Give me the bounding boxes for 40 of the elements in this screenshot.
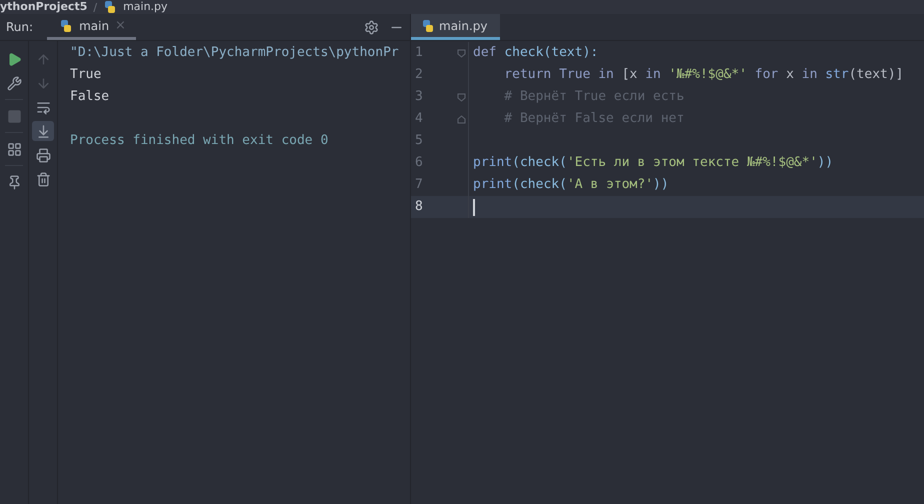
breadcrumb-item[interactable]: ythonProject5: [0, 0, 88, 14]
code-line: def check(text):: [473, 44, 598, 62]
scroll-to-end-button[interactable]: [32, 121, 54, 141]
console-line: Process finished with exit code 0: [70, 132, 330, 150]
breadcrumb-separator: /: [93, 0, 98, 14]
run-label: Run:: [6, 20, 34, 34]
down-arrow-icon: [36, 76, 50, 90]
code-line: print(check('А в этом?')): [473, 176, 669, 194]
scroll-to-end-icon: [36, 124, 50, 138]
settings-icon[interactable]: [364, 20, 379, 34]
line-number: 4: [414, 110, 424, 128]
wrench-icon: [6, 76, 22, 90]
console-line: "D:\Just a Folder\PycharmProjects\pythonPr: [70, 44, 400, 62]
breadcrumb-item[interactable]: main.py: [123, 0, 168, 14]
trash-icon: [36, 172, 50, 186]
line-number: 5: [414, 132, 424, 150]
console-line: True: [70, 66, 102, 84]
wrap-icon: [36, 100, 50, 114]
pin-icon: [6, 174, 22, 190]
code-line: # Вернёт False если нет: [504, 110, 684, 128]
python-file-icon: [59, 18, 74, 32]
line-number: 2: [414, 66, 424, 84]
python-file-icon: [421, 18, 435, 32]
line-number: 8: [414, 198, 424, 216]
stop-icon: [6, 108, 22, 124]
code-line: print(check('Есть ли в этом тексте №#%!$@&*')): [473, 154, 834, 172]
editor-tab[interactable]: main.py: [411, 14, 500, 40]
line-number: 7: [414, 176, 424, 194]
line-number: 1: [414, 44, 424, 62]
console-line: False: [70, 88, 110, 106]
code-line: return True in [x in '№#%!$@&*' for x in str(text)]: [504, 66, 904, 84]
print-icon: [36, 148, 50, 162]
code-line: # Вернёт True если есть: [504, 88, 684, 106]
run-tab[interactable]: main ×: [47, 14, 136, 40]
run-icon: [6, 52, 22, 66]
layout-icon: [6, 142, 22, 156]
line-number: 6: [414, 154, 424, 172]
line-number: 3: [414, 88, 424, 106]
text-cursor: [473, 198, 475, 216]
python-file-icon: [103, 0, 118, 14]
